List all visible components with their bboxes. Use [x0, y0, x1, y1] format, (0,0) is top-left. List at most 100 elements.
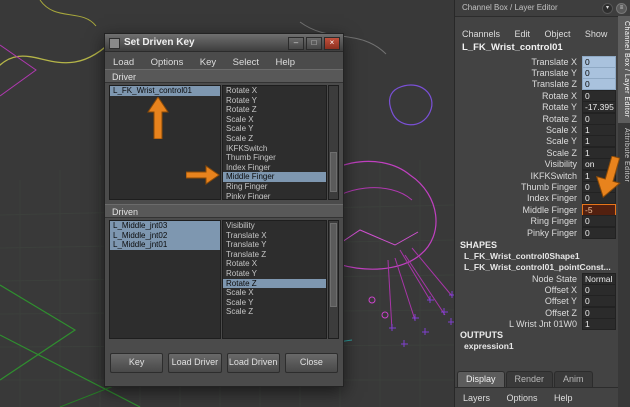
channel-label[interactable]: Thumb Finger [455, 182, 582, 192]
channel-label[interactable]: Rotate Y [455, 102, 582, 112]
channel-label[interactable]: Rotate X [455, 91, 582, 101]
list-item-selected[interactable]: L_Middle_jnt01 [110, 240, 220, 250]
menu-load[interactable]: Load [107, 55, 140, 70]
load-driven-button[interactable]: Load Driven [226, 353, 280, 373]
channel-value[interactable]: Normal [582, 272, 616, 285]
channel-value[interactable]: 0 [582, 181, 616, 193]
channel-value[interactable]: 0 [582, 112, 616, 125]
channel-label[interactable]: Translate X [455, 57, 582, 67]
channel-label[interactable]: Visibility [455, 159, 582, 169]
channel-label[interactable]: Translate Z [455, 79, 582, 89]
driver-node-list[interactable]: L_FK_Wrist_control01 [109, 85, 221, 200]
list-item-selected[interactable]: Middle Finger [223, 172, 326, 182]
maximize-button[interactable]: □ [306, 37, 322, 50]
channel-label[interactable]: Node State [455, 274, 582, 284]
list-item[interactable]: Translate Z [223, 250, 326, 260]
channel-label[interactable]: IKFKSwitch [455, 171, 582, 181]
channel-label[interactable]: Translate Y [455, 68, 582, 78]
channel-value[interactable]: -17.395 [582, 101, 616, 114]
channel-value[interactable]: 0 [582, 67, 616, 80]
close-dialog-button[interactable]: Close [284, 353, 338, 373]
channel-value[interactable]: 0 [582, 284, 616, 297]
list-item[interactable]: L_FK_Wrist_control01 [110, 86, 220, 96]
channel-value[interactable]: 0 [582, 78, 616, 91]
list-item[interactable]: Scale Y [223, 124, 326, 134]
channel-label[interactable]: Pinky Finger [455, 228, 582, 238]
list-item[interactable]: Rotate Z [223, 105, 326, 115]
menu-channels[interactable]: Channels [457, 27, 505, 41]
side-tab-attribute-editor[interactable]: Attribute Editor [618, 123, 630, 187]
list-item[interactable]: Scale Z [223, 307, 326, 317]
channel-value[interactable]: 1 [582, 318, 616, 331]
channel-value-highlighted[interactable]: -5 [582, 203, 616, 216]
list-item[interactable]: Scale X [223, 288, 326, 298]
dialog-titlebar[interactable]: Set Driven Key – □ × [105, 34, 343, 52]
menu-select[interactable]: Select [227, 55, 265, 70]
channel-value[interactable]: 0 [582, 226, 616, 239]
list-item[interactable]: Scale Z [223, 134, 326, 144]
channel-value[interactable]: 1 [582, 124, 616, 137]
channel-value[interactable]: on [582, 158, 616, 171]
list-item-selected[interactable]: Rotate Z [223, 278, 326, 289]
list-item[interactable]: Thumb Finger [223, 153, 326, 163]
menu-show[interactable]: Show [580, 27, 613, 41]
list-item[interactable]: Translate Y [223, 240, 326, 250]
channel-value[interactable]: 0 [582, 215, 616, 228]
load-driver-button[interactable]: Load Driver [168, 353, 222, 373]
tab-display[interactable]: Display [457, 371, 505, 387]
channel-value[interactable]: 1 [582, 146, 616, 159]
channel-label[interactable]: Scale Z [455, 148, 582, 158]
channel-value[interactable]: 0 [582, 306, 616, 319]
driven-scrollbar[interactable] [328, 220, 339, 339]
list-item-selected[interactable]: L_Middle_jnt02 [110, 230, 220, 241]
channel-label[interactable]: Scale Y [455, 136, 582, 146]
driven-attribute-list[interactable]: Visibility Translate X Translate Y Trans… [222, 220, 327, 339]
channel-label[interactable]: Offset X [455, 285, 582, 295]
list-item[interactable]: Rotate X [223, 259, 326, 269]
menu-help[interactable]: Help [269, 55, 301, 70]
list-item[interactable]: Translate X [223, 231, 326, 241]
list-item[interactable]: Visibility [223, 221, 326, 231]
channel-value[interactable]: 0 [582, 89, 616, 102]
menu-layer-help[interactable]: Help [548, 389, 579, 407]
list-item[interactable]: Ring Finger [223, 182, 326, 192]
channel-label[interactable]: Index Finger [455, 193, 582, 203]
list-item[interactable]: Pinky Finger [223, 192, 326, 199]
channel-value[interactable]: 1 [582, 169, 616, 182]
channel-value[interactable]: 0 [582, 295, 616, 308]
panel-collapse-icon[interactable]: ▾ [602, 3, 613, 14]
menu-layers[interactable]: Layers [457, 389, 496, 407]
channel-value[interactable]: 1 [582, 135, 616, 148]
channel-value[interactable]: 0 [582, 192, 616, 205]
shape-node-name[interactable]: L_FK_Wrist_control01_pointConst... [455, 262, 618, 273]
menu-object[interactable]: Object [539, 27, 575, 41]
key-button[interactable]: Key [110, 353, 164, 373]
channel-label[interactable]: Ring Finger [455, 216, 582, 226]
channel-label[interactable]: Offset Z [455, 308, 582, 318]
list-item[interactable]: Index Finger [223, 163, 326, 173]
list-item-selected[interactable]: L_Middle_jnt03 [110, 221, 220, 231]
list-item[interactable]: IKFKSwitch [223, 144, 326, 154]
list-item[interactable]: Scale X [223, 115, 326, 125]
menu-key[interactable]: Key [194, 55, 222, 70]
driver-scrollbar[interactable] [328, 85, 339, 200]
output-node-name[interactable]: expression1 [455, 341, 618, 352]
panel-header[interactable]: Channel Box / Layer Editor ▾ ≡ [455, 0, 630, 17]
channel-label[interactable]: L Wrist Jnt 01W0 [455, 319, 582, 329]
driven-node-list[interactable]: L_Middle_jnt03 L_Middle_jnt02 L_Middle_j… [109, 220, 221, 339]
menu-options[interactable]: Options [145, 55, 190, 70]
menu-layer-options[interactable]: Options [500, 389, 543, 407]
list-item[interactable]: Scale Y [223, 298, 326, 308]
list-item[interactable]: Rotate Y [223, 269, 326, 279]
driver-attribute-list[interactable]: Rotate X Rotate Y Rotate Z Scale X Scale… [222, 85, 327, 200]
list-item[interactable]: Rotate Y [223, 96, 326, 106]
list-item[interactable]: Rotate X [223, 86, 326, 96]
shape-node-name[interactable]: L_FK_Wrist_control0Shape1 [455, 251, 618, 262]
minimize-button[interactable]: – [288, 37, 304, 50]
tab-render[interactable]: Render [505, 371, 554, 387]
channel-label[interactable]: Scale X [455, 125, 582, 135]
channel-label[interactable]: Middle Finger [455, 205, 582, 215]
side-tab-channel-box[interactable]: Channel Box / Layer Editor [618, 16, 630, 123]
tab-anim[interactable]: Anim [554, 371, 593, 387]
channel-label[interactable]: Offset Y [455, 296, 582, 306]
